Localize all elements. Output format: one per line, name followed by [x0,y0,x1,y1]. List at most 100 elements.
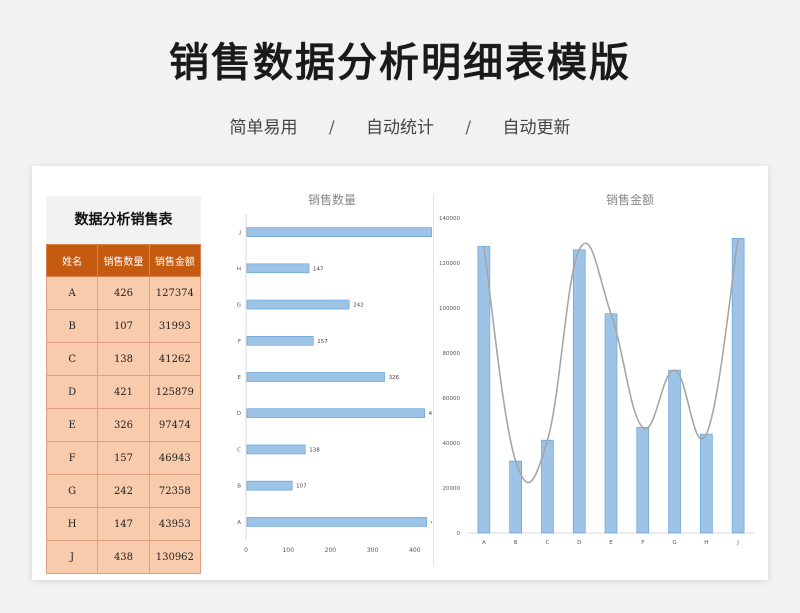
quantity-data-label: 147 [313,266,324,272]
amount-category-label: J [736,540,739,546]
tagline-separator: / [465,118,472,138]
amount-y-tick-label: 140000 [439,216,460,222]
table-cell-quantity: 147 [97,507,150,541]
amount-bar [668,369,681,534]
table-cell-name: C [45,342,99,376]
quantity-data-label: 426 [431,520,432,526]
table-cell-name: H [45,507,99,541]
quantity-x-tick-label: 400 [409,547,421,554]
quantity-data-label: 107 [296,484,307,490]
quantity-bar [246,263,310,274]
amount-y-tick-label: 120000 [439,261,460,267]
column-header-quantity: 销售数量 [97,244,150,277]
quantity-category-label: F [238,339,241,345]
quantity-bar [246,372,385,382]
quantity-data-label: 326 [389,375,400,381]
amount-bar [731,238,745,534]
table-row: A 426 127374 [45,276,202,310]
table-body: A 426 127374 B 107 31993 C 138 41262 D 421 125879 E 3… [45,276,202,574]
amount-bar [477,246,491,534]
amount-y-tick-label: 100000 [439,306,460,312]
tagline-separator: / [328,118,335,138]
quantity-category-label: E [238,375,242,381]
quantity-category-label: C [237,447,241,453]
amount-bar [700,433,713,534]
quantity-x-tick-label: 100 [282,547,294,554]
table-cell-name: D [45,375,99,409]
amount-y-tick-label: 20000 [443,486,461,492]
tagline-item-easy: 简单易用 [229,118,298,138]
quantity-category-label: G [237,303,241,309]
table-cell-quantity: 107 [97,309,150,343]
amount-y-tick-label: 60000 [443,396,461,402]
quantity-bar [246,480,293,491]
table-cell-amount: 97474 [148,408,202,442]
quantity-x-tick-label: 0 [244,547,248,554]
amount-category-label: G [672,540,676,546]
quantity-data-label: 421 [429,411,432,417]
table-cell-quantity: 242 [97,474,150,508]
amount-bar [604,313,618,534]
quantity-bar-chart: 销售数量A426B107C138D421E326F157G242H147J438… [237,192,432,554]
quantity-data-label: 242 [353,303,364,309]
table-cell-quantity: 426 [97,276,150,310]
amount-bar [636,427,650,534]
table-cell-name: E [45,408,99,442]
amount-category-label: B [514,540,518,546]
amount-y-tick-label: 40000 [443,441,461,447]
quantity-bar [246,335,314,346]
table-cell-quantity: 421 [97,375,150,409]
amount-category-label: F [641,540,644,546]
amount-category-label: D [577,540,581,546]
quantity-chart-title: 销售数量 [308,192,356,207]
table-cell-amount: 41262 [148,342,202,376]
amount-category-label: H [704,540,708,546]
table-cell-name: J [45,540,99,574]
quantity-x-tick-label: 300 [367,547,379,554]
tagline-item-auto-stats: 自动统计 [366,118,434,138]
sales-table-title: 数据分析销售表 [46,196,201,244]
table-cell-amount: 130962 [148,540,202,574]
quantity-data-label: 157 [317,339,328,345]
table-cell-quantity: 138 [97,342,150,376]
table-header-row: 姓名 销售数量 销售金额 [45,244,202,277]
quantity-category-label: J [238,230,241,236]
amount-bar [572,249,586,534]
tagline: 简单易用 / 自动统计 / 自动更新 [0,113,800,138]
quantity-x-tick-label: 200 [325,547,337,554]
table-row: J 438 130962 [45,540,202,574]
amount-chart-title: 销售金额 [606,192,654,207]
sales-table: 姓名 销售数量 销售金额 A 426 127374 B 107 31993 C 138 4126… [45,244,202,574]
table-cell-amount: 125879 [148,375,202,409]
table-cell-amount: 72358 [148,474,202,508]
table-row: E 326 97474 [45,408,202,442]
quantity-bar [246,444,306,455]
table-cell-quantity: 326 [97,408,150,442]
table-row: F 157 46943 [45,441,202,475]
quantity-bar [246,227,432,237]
table-row: B 107 31993 [45,309,202,343]
quantity-bar [246,299,350,310]
table-cell-quantity: 438 [97,540,150,574]
table-row: C 138 41262 [45,342,202,376]
quantity-category-label: B [237,484,241,490]
table-cell-name: G [45,474,99,508]
amount-category-label: C [546,540,550,546]
quantity-bar [246,408,425,419]
page-title: 销售数据分析明细表模版 [169,40,631,86]
quantity-bar [246,517,428,527]
table-cell-amount: 31993 [148,309,202,343]
table-cell-amount: 43953 [148,507,202,541]
amount-bar-chart: 销售金额 0 20000 40000 60000 80000 100000 120000 140… [439,192,754,546]
table-row: H 147 43953 [45,507,202,541]
report-card: 数据分析销售表 姓名 销售数量 销售金额 A 426 127374 B 107 31993… [32,166,768,580]
column-header-name: 姓名 [45,244,99,277]
quantity-data-label: 138 [309,447,320,453]
table-row: D 421 125879 [45,375,202,409]
table-cell-name: A [45,276,99,310]
quantity-category-label: H [237,266,241,272]
table-cell-amount: 46943 [148,441,202,475]
table-cell-quantity: 157 [97,441,150,475]
amount-category-label: E [609,540,613,546]
quantity-category-label: D [237,411,241,417]
